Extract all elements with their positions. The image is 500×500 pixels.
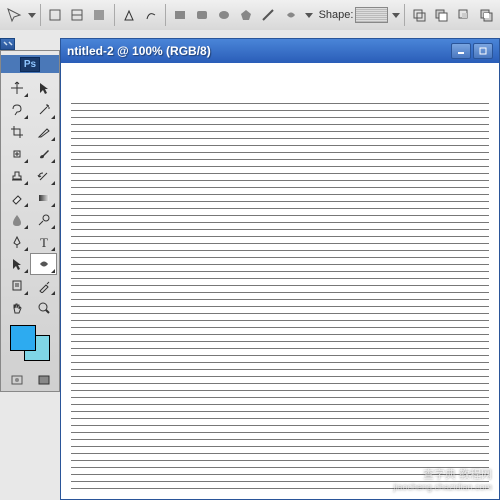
pen-tool-icon[interactable] [118, 4, 138, 26]
history-brush-tool[interactable] [30, 165, 57, 187]
polygon-shape-icon[interactable] [236, 4, 256, 26]
fill-pixels-icon[interactable] [89, 4, 109, 26]
divider [114, 4, 115, 26]
rectangle-shape-icon[interactable] [170, 4, 190, 26]
path-select-tool[interactable] [3, 253, 30, 275]
freeform-pen-icon[interactable] [141, 4, 161, 26]
crop-tool[interactable] [3, 121, 30, 143]
slice-tool[interactable] [30, 121, 57, 143]
tool-preset-dropdown[interactable] [28, 13, 36, 18]
svg-text:T: T [40, 235, 48, 249]
color-swatches[interactable] [10, 325, 50, 361]
pen-tool[interactable] [3, 231, 30, 253]
document-window: ntitled-2 @ 100% (RGB/8) [60, 38, 500, 500]
paths-icon[interactable] [67, 4, 87, 26]
eraser-tool[interactable] [3, 187, 30, 209]
quick-mask-icon[interactable] [3, 371, 30, 389]
screen-mode-icon[interactable] [30, 371, 57, 389]
maximize-button[interactable] [473, 43, 493, 59]
ellipse-shape-icon[interactable] [214, 4, 234, 26]
custom-shape-icon[interactable] [280, 4, 300, 26]
tools-panel: Ps T [0, 50, 60, 392]
current-tool-icon[interactable] [4, 4, 24, 26]
brush-tool[interactable] [30, 143, 57, 165]
shape-options-dropdown[interactable] [305, 13, 313, 18]
rounded-rect-shape-icon[interactable] [192, 4, 212, 26]
document-title: ntitled-2 @ 100% (RGB/8) [67, 44, 211, 58]
custom-shape-tool[interactable] [30, 253, 57, 275]
lasso-tool[interactable] [3, 99, 30, 121]
divider [165, 4, 166, 26]
shape-layers-icon[interactable] [45, 4, 65, 26]
hand-tool[interactable] [3, 297, 30, 319]
healing-tool[interactable] [3, 143, 30, 165]
canvas-area[interactable] [61, 63, 499, 499]
ps-header[interactable]: Ps [1, 55, 59, 73]
wand-tool[interactable] [30, 99, 57, 121]
title-bar[interactable]: ntitled-2 @ 100% (RGB/8) [61, 39, 499, 63]
zoom-tool[interactable] [30, 297, 57, 319]
shape-picker[interactable] [355, 7, 388, 23]
gradient-tool[interactable] [30, 187, 57, 209]
stamp-tool[interactable] [3, 165, 30, 187]
dodge-tool[interactable] [30, 209, 57, 231]
notes-tool[interactable] [3, 275, 30, 297]
ps-logo-icon: Ps [20, 57, 40, 72]
shape-label: Shape: [319, 9, 354, 21]
combine-intersect-icon[interactable] [454, 4, 474, 26]
collapse-tools-button[interactable] [0, 38, 15, 50]
combine-subtract-icon[interactable] [431, 4, 451, 26]
divider [404, 4, 405, 26]
minimize-button[interactable] [451, 43, 471, 59]
canvas-content [71, 103, 489, 489]
move-tool[interactable] [3, 77, 30, 99]
blur-tool[interactable] [3, 209, 30, 231]
selection-tool[interactable] [30, 77, 57, 99]
eyedropper-tool[interactable] [30, 275, 57, 297]
combine-exclude-icon[interactable] [476, 4, 496, 26]
divider [40, 4, 41, 26]
type-tool[interactable]: T [30, 231, 57, 253]
shape-picker-dropdown[interactable] [392, 13, 400, 18]
combine-add-icon[interactable] [409, 4, 429, 26]
line-shape-icon[interactable] [258, 4, 278, 26]
foreground-color[interactable] [10, 325, 36, 351]
